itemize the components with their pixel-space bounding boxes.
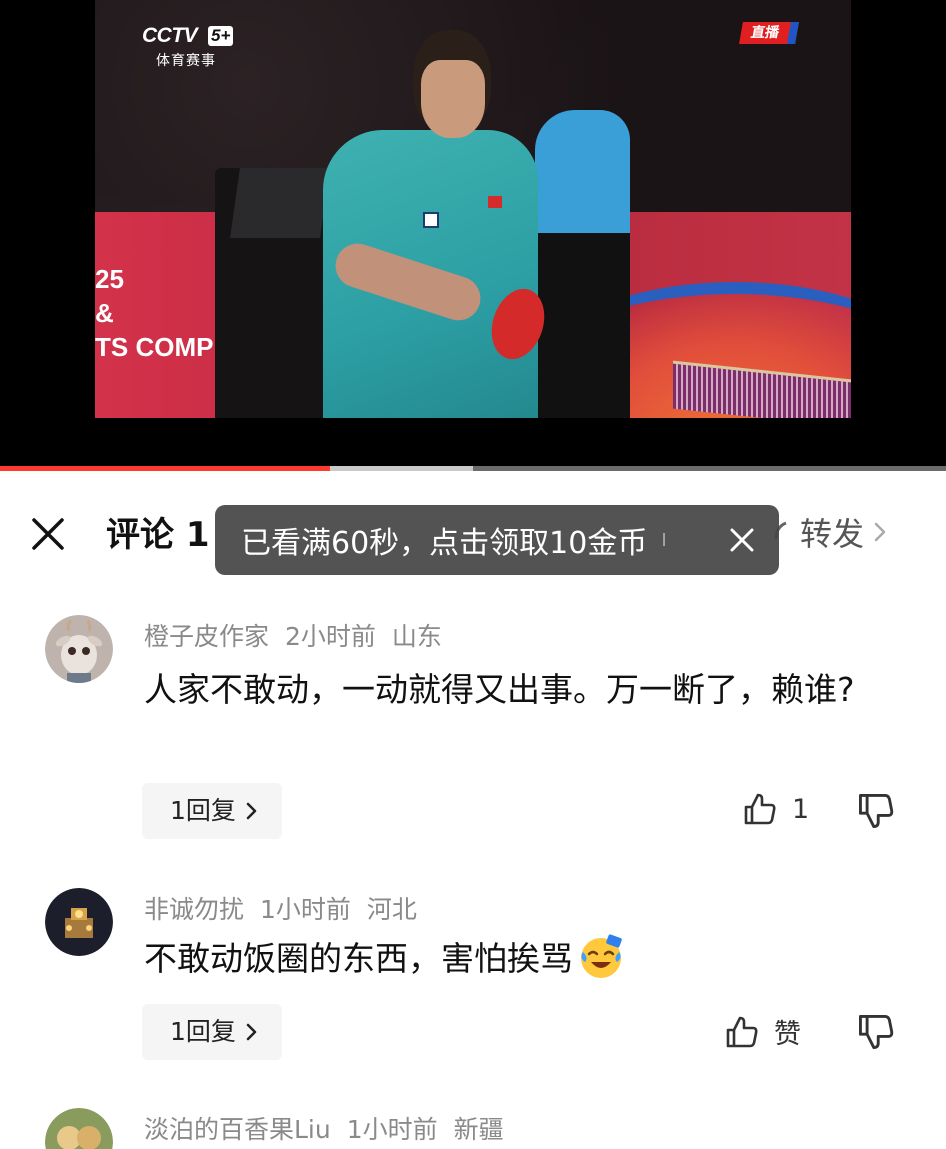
toast-separator: I <box>661 529 667 551</box>
video-player[interactable]: 25 & TS COMPL CCTV 5+ 体育赛事 直播 <box>0 0 946 466</box>
comment-time: 2小时前 <box>285 622 376 651</box>
comment-location: 山东 <box>391 622 442 651</box>
comments-title: 评论 1 <box>106 515 210 555</box>
chevron-right-icon <box>246 1023 257 1041</box>
like-count: 赞 <box>774 1019 801 1050</box>
like-count: 1 <box>792 793 810 825</box>
arena-text: 25 & TS COMPL <box>95 264 230 362</box>
comment-location: 河北 <box>366 895 417 924</box>
brand-logo <box>423 212 439 228</box>
laughing-crying-emoji-icon <box>581 934 622 978</box>
avatar[interactable] <box>45 615 113 683</box>
username[interactable]: 淡泊的百香果Liu <box>144 1115 331 1144</box>
reply-button[interactable]: 1回复 <box>142 783 282 839</box>
comment-meta: 橙子皮作家 2小时前 山东 <box>144 617 458 653</box>
forward-label: 转发 <box>800 515 865 553</box>
forward-button[interactable]: 转发 <box>772 510 890 554</box>
thumbs-up-icon <box>744 793 776 825</box>
comment-meta: 淡泊的百香果Liu 1小时前 新疆 <box>144 1110 520 1146</box>
comment-time: 1小时前 <box>346 1115 438 1144</box>
reward-toast[interactable]: 已看满60秒，点击领取10金币 I <box>215 505 779 575</box>
comment-location: 新疆 <box>453 1115 504 1144</box>
like-button[interactable]: 1 <box>742 791 809 827</box>
live-badge: 直播 <box>739 22 799 44</box>
close-icon[interactable] <box>26 512 70 556</box>
table-tennis-player <box>323 30 553 418</box>
thumbs-down-icon[interactable] <box>856 1012 896 1052</box>
chevron-right-icon <box>246 802 257 820</box>
avatar[interactable] <box>45 1108 113 1149</box>
reply-label: 1回复 <box>170 796 236 825</box>
comment-time: 1小时前 <box>260 895 351 924</box>
thumbs-up-icon <box>726 1016 758 1047</box>
reply-label: 1回复 <box>170 1017 236 1046</box>
comment-body: 不敢动饭圈的东西，害怕挨骂 <box>144 939 573 978</box>
comment-meta: 非诚勿扰 1小时前 河北 <box>144 890 433 926</box>
comment-text: 人家不敢动，一动就得又出事。万一断了，赖谁? <box>144 670 855 709</box>
progress-fill <box>0 466 330 471</box>
close-icon[interactable] <box>727 525 757 555</box>
cctv-logo: CCTV 5+ 体育赛事 <box>142 24 242 69</box>
toast-text: 已看满60秒，点击领取10金币 <box>241 526 648 561</box>
thumbs-down-icon[interactable] <box>856 791 896 831</box>
username[interactable]: 非诚勿扰 <box>144 895 244 924</box>
chevron-right-icon <box>870 517 890 547</box>
like-button[interactable]: 赞 <box>724 1012 801 1051</box>
username[interactable]: 橙子皮作家 <box>144 622 269 651</box>
flag-icon <box>488 196 502 208</box>
video-progress-bar[interactable] <box>0 466 946 471</box>
reply-button[interactable]: 1回复 <box>142 1004 282 1060</box>
buffer-bar <box>329 466 473 471</box>
comment-text: 不敢动饭圈的东西，害怕挨骂 <box>144 932 874 986</box>
avatar[interactable] <box>45 888 113 956</box>
